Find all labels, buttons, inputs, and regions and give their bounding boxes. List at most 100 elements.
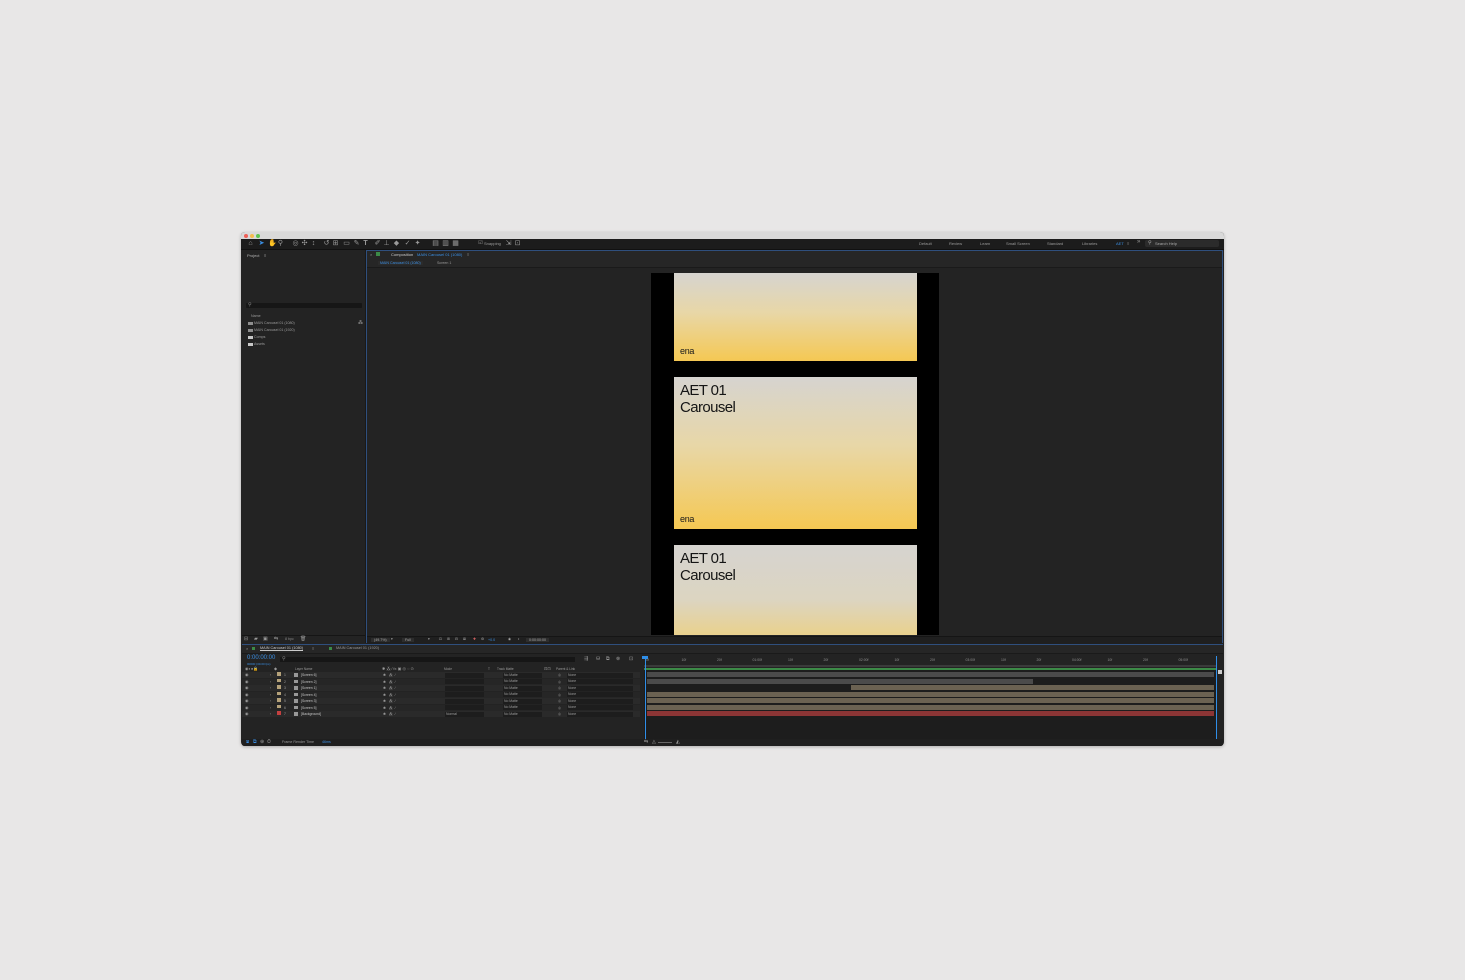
parent-pickwhip-icon[interactable]: ◎	[558, 679, 561, 685]
shy-switch-icon[interactable]: ✱	[383, 679, 386, 685]
project-item[interactable]: Assets	[248, 342, 265, 346]
bpc-label[interactable]: 8 bpc	[285, 637, 294, 641]
layer-label-swatch[interactable]	[277, 691, 281, 695]
panel-menu-icon[interactable]: ≡	[467, 252, 469, 257]
layer-duration-bar[interactable]	[647, 678, 1033, 684]
workspace-aet[interactable]: AET	[1116, 241, 1124, 246]
layer-track-area[interactable]	[644, 668, 1217, 740]
snapshot-icon[interactable]: ◉	[508, 637, 511, 641]
playhead[interactable]	[645, 656, 646, 742]
layer-duration-bar[interactable]	[647, 672, 1214, 677]
video-visibility-icon[interactable]: ◉	[245, 672, 249, 678]
show-snapshot-icon[interactable]: ◐	[518, 637, 520, 641]
dolly-camera-icon[interactable]: ↕	[310, 240, 317, 247]
channel-icon[interactable]: ✚	[473, 637, 476, 641]
parent-pickwhip-icon[interactable]: ◎	[558, 705, 561, 711]
interpret-footage-icon[interactable]: ⊟	[244, 636, 248, 642]
layer-row[interactable]: ◉ › 7 [Background] ✱ ⁂ ∕ Normal No Matte ◎ None	[242, 711, 640, 717]
project-panel-menu-icon[interactable]: ≡	[264, 253, 266, 258]
track-matte-select[interactable]: No Matte	[503, 692, 542, 697]
workspace-small-screen[interactable]: Small Screen	[1006, 241, 1030, 246]
video-visibility-icon[interactable]: ◉	[245, 685, 249, 691]
parent-pickwhip-icon[interactable]: ◎	[558, 685, 561, 691]
project-settings-icon[interactable]: ⇆	[274, 636, 278, 642]
layer-switches-icon[interactable]: ⧈	[246, 739, 249, 745]
pan-behind-tool-icon[interactable]: ⊞	[332, 240, 339, 247]
region-of-interest-icon[interactable]: ⊡	[439, 637, 442, 641]
time-ruler[interactable]: 0f 10f 20f 01:00f 10f 20f 02:00f 10f 20f 03:00f 10…	[644, 657, 1217, 665]
timeline-tab-1080[interactable]: MAIN Carousel 01 (1080)	[260, 646, 304, 651]
quality-switch-icon[interactable]: ∕	[395, 711, 396, 717]
layer-duration-bar[interactable]	[647, 704, 1214, 710]
collapse-switch-icon[interactable]: ⁂	[389, 692, 392, 698]
maximize-window-button[interactable]	[256, 234, 260, 238]
layer-name[interactable]: [Background]	[301, 711, 321, 717]
align-left-icon[interactable]: ▤	[432, 240, 439, 247]
timeline-timecode[interactable]: 0:00:00:00	[247, 655, 275, 661]
switches-icon[interactable]: ✱ ⁂ ∕ fx ▣ ◎ ◌ ⊙	[382, 666, 414, 671]
close-window-button[interactable]	[244, 234, 248, 238]
end-marker[interactable]	[1216, 656, 1217, 742]
orbit-camera-icon[interactable]: ◎	[292, 240, 299, 247]
layer-label-swatch[interactable]	[277, 672, 281, 676]
video-visibility-icon[interactable]: ◉	[245, 679, 249, 685]
transparency-grid-icon[interactable]: ⊞	[447, 637, 450, 641]
clone-stamp-icon[interactable]: ⊥	[383, 240, 390, 247]
layer-name[interactable]: [Screen 1]	[301, 685, 316, 691]
mode-select[interactable]	[445, 679, 484, 684]
expand-arrow-icon[interactable]: ›	[270, 672, 271, 678]
project-search-input[interactable]: ⚲	[246, 302, 362, 308]
trash-icon[interactable]: 🗑	[300, 636, 306, 642]
layer-name[interactable]: [Screen 5]	[301, 705, 316, 711]
new-composition-icon[interactable]: ▣	[263, 636, 268, 642]
workspace-standard[interactable]: Standard	[1047, 241, 1063, 246]
shy-switch-icon[interactable]: ✱	[383, 685, 386, 691]
panel-menu-icon[interactable]: ≡	[312, 646, 314, 651]
mode-select[interactable]	[445, 705, 484, 710]
parent-select[interactable]: None	[567, 692, 633, 697]
parent-select[interactable]: None	[567, 672, 633, 678]
layer-row[interactable]: ◉ › 4 [Screen 4] ✱ ⁂ ∕ No Matte ◎ None	[242, 691, 640, 698]
zoom-slider[interactable]	[658, 742, 672, 743]
project-column-name[interactable]: Name	[251, 314, 261, 318]
layer-label-swatch[interactable]	[277, 698, 281, 702]
zoom-out-icon[interactable]: ◬	[652, 739, 656, 745]
shy-switch-icon[interactable]: ✱	[383, 698, 386, 704]
rotate-tool-icon[interactable]: ↺	[323, 240, 330, 247]
carousel-card[interactable]: ena	[674, 273, 917, 361]
brush-tool-icon[interactable]: ✐	[374, 240, 381, 247]
resolution-select[interactable]: Full	[402, 638, 414, 642]
workspace-learn[interactable]: Learn	[980, 241, 990, 246]
parent-pickwhip-icon[interactable]: ◎	[558, 711, 561, 717]
puppet-pin-icon[interactable]: ✦	[414, 240, 421, 247]
layer-duration-bar[interactable]	[647, 691, 1214, 697]
layer-row[interactable]: ◉ › 2 [Screen 2] ✱ ⁂ ∕ No Matte ◎ None	[242, 678, 640, 685]
layer-label-swatch[interactable]	[277, 711, 281, 715]
hand-tool-icon[interactable]: ✋	[268, 240, 277, 247]
zoom-tool-icon[interactable]: ⚲	[277, 240, 284, 247]
carousel-card[interactable]: AET 01 Carousel ena	[674, 377, 917, 529]
transfer-controls-icon[interactable]: ⧉	[253, 739, 257, 745]
track-matte-select[interactable]: No Matte	[503, 685, 542, 691]
track-matte-select[interactable]: No Matte	[503, 672, 542, 678]
parent-select[interactable]: None	[567, 679, 633, 684]
render-time-icon[interactable]: ⏱	[267, 739, 271, 745]
roto-brush-icon[interactable]: ✓	[404, 240, 411, 247]
layer-row[interactable]: ◉ › 3 [Screen 1] ✱ ⁂ ∕ No Matte ◎ None	[242, 685, 640, 691]
shy-switch-icon[interactable]: ✱	[383, 672, 386, 678]
zoom-in-icon[interactable]: ◭	[676, 739, 680, 745]
layer-duration-bar[interactable]	[647, 711, 1214, 716]
layer-row[interactable]: ◉ › 6 [Screen 5] ✱ ⁂ ∕ No Matte ◎ None	[242, 704, 640, 711]
quality-switch-icon[interactable]: ∕	[395, 672, 396, 678]
layer-duration-bar[interactable]	[851, 685, 1214, 690]
mode-select[interactable]	[445, 692, 484, 697]
mode-select[interactable]	[445, 685, 484, 691]
playhead-handle[interactable]	[642, 656, 648, 659]
column-track-matte[interactable]: Track Matte	[497, 667, 514, 671]
carousel-card[interactable]: AET 01 Carousel	[674, 545, 917, 635]
zoom-select[interactable]: (49.7%)	[371, 638, 390, 642]
frame-blending-icon[interactable]: ⊗	[616, 656, 620, 662]
parent-select[interactable]: None	[567, 705, 633, 710]
close-panel-icon[interactable]: ×	[370, 252, 372, 257]
toggle-switches-modes[interactable]: ⇆	[644, 739, 648, 745]
